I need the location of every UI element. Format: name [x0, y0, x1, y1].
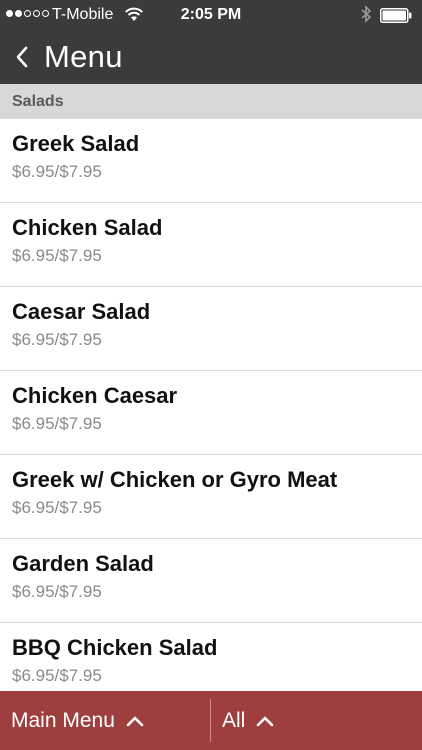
back-button[interactable]: Menu	[14, 30, 123, 84]
section-title: Salads	[12, 93, 64, 110]
status-bar: T-Mobile 2:05 PM	[0, 0, 422, 30]
chevron-up-icon	[126, 716, 144, 726]
item-name: Chicken Salad	[12, 215, 163, 240]
bluetooth-icon	[361, 5, 372, 23]
bottom-bar: Main Menu All	[0, 691, 422, 750]
top-bar: T-Mobile 2:05 PM Menu	[0, 0, 422, 84]
section-header: Salads	[0, 84, 422, 119]
nav-bar: Menu	[0, 30, 422, 84]
item-name: BBQ Chicken Salad	[12, 635, 218, 660]
item-name: Greek Salad	[12, 131, 140, 156]
list-item[interactable]: Garden Salad $6.95/$7.95	[0, 539, 422, 623]
list-item[interactable]: Greek w/ Chicken or Gyro Meat $6.95/$7.9…	[0, 455, 422, 539]
item-name: Caesar Salad	[12, 299, 151, 324]
item-name: Chicken Caesar	[12, 383, 178, 408]
main-menu-button[interactable]: Main Menu	[11, 691, 145, 750]
filter-all-button[interactable]: All	[222, 691, 275, 750]
bottom-bar-divider	[210, 699, 211, 742]
item-price: $6.95/$7.95	[12, 498, 102, 517]
nav-title: Menu	[44, 39, 123, 74]
main-menu-label: Main Menu	[11, 708, 115, 732]
list-item[interactable]: Greek Salad $6.95/$7.95	[0, 119, 422, 203]
list-item[interactable]: Chicken Caesar $6.95/$7.95	[0, 371, 422, 455]
chevron-left-icon	[16, 46, 28, 68]
item-price: $6.95/$7.95	[12, 582, 102, 601]
item-name: Greek w/ Chicken or Gyro Meat	[12, 467, 338, 492]
chevron-up-icon	[257, 716, 274, 726]
list-item[interactable]: Caesar Salad $6.95/$7.95	[0, 287, 422, 371]
battery-icon	[380, 8, 412, 23]
item-price: $6.95/$7.95	[12, 666, 102, 685]
item-name: Garden Salad	[12, 551, 154, 576]
filter-label: All	[222, 708, 246, 732]
item-price: $6.95/$7.95	[12, 246, 102, 265]
item-price: $6.95/$7.95	[12, 162, 102, 181]
screen: T-Mobile 2:05 PM Menu Salads Greek Salad…	[0, 0, 422, 750]
item-price: $6.95/$7.95	[12, 414, 102, 433]
status-time: 2:05 PM	[180, 6, 242, 23]
list-item[interactable]: Chicken Salad $6.95/$7.95	[0, 203, 422, 287]
list-item[interactable]: BBQ Chicken Salad $6.95/$7.95	[0, 623, 422, 691]
item-price: $6.95/$7.95	[12, 330, 102, 349]
menu-item-list: Greek Salad $6.95/$7.95 Chicken Salad $6…	[0, 119, 422, 691]
